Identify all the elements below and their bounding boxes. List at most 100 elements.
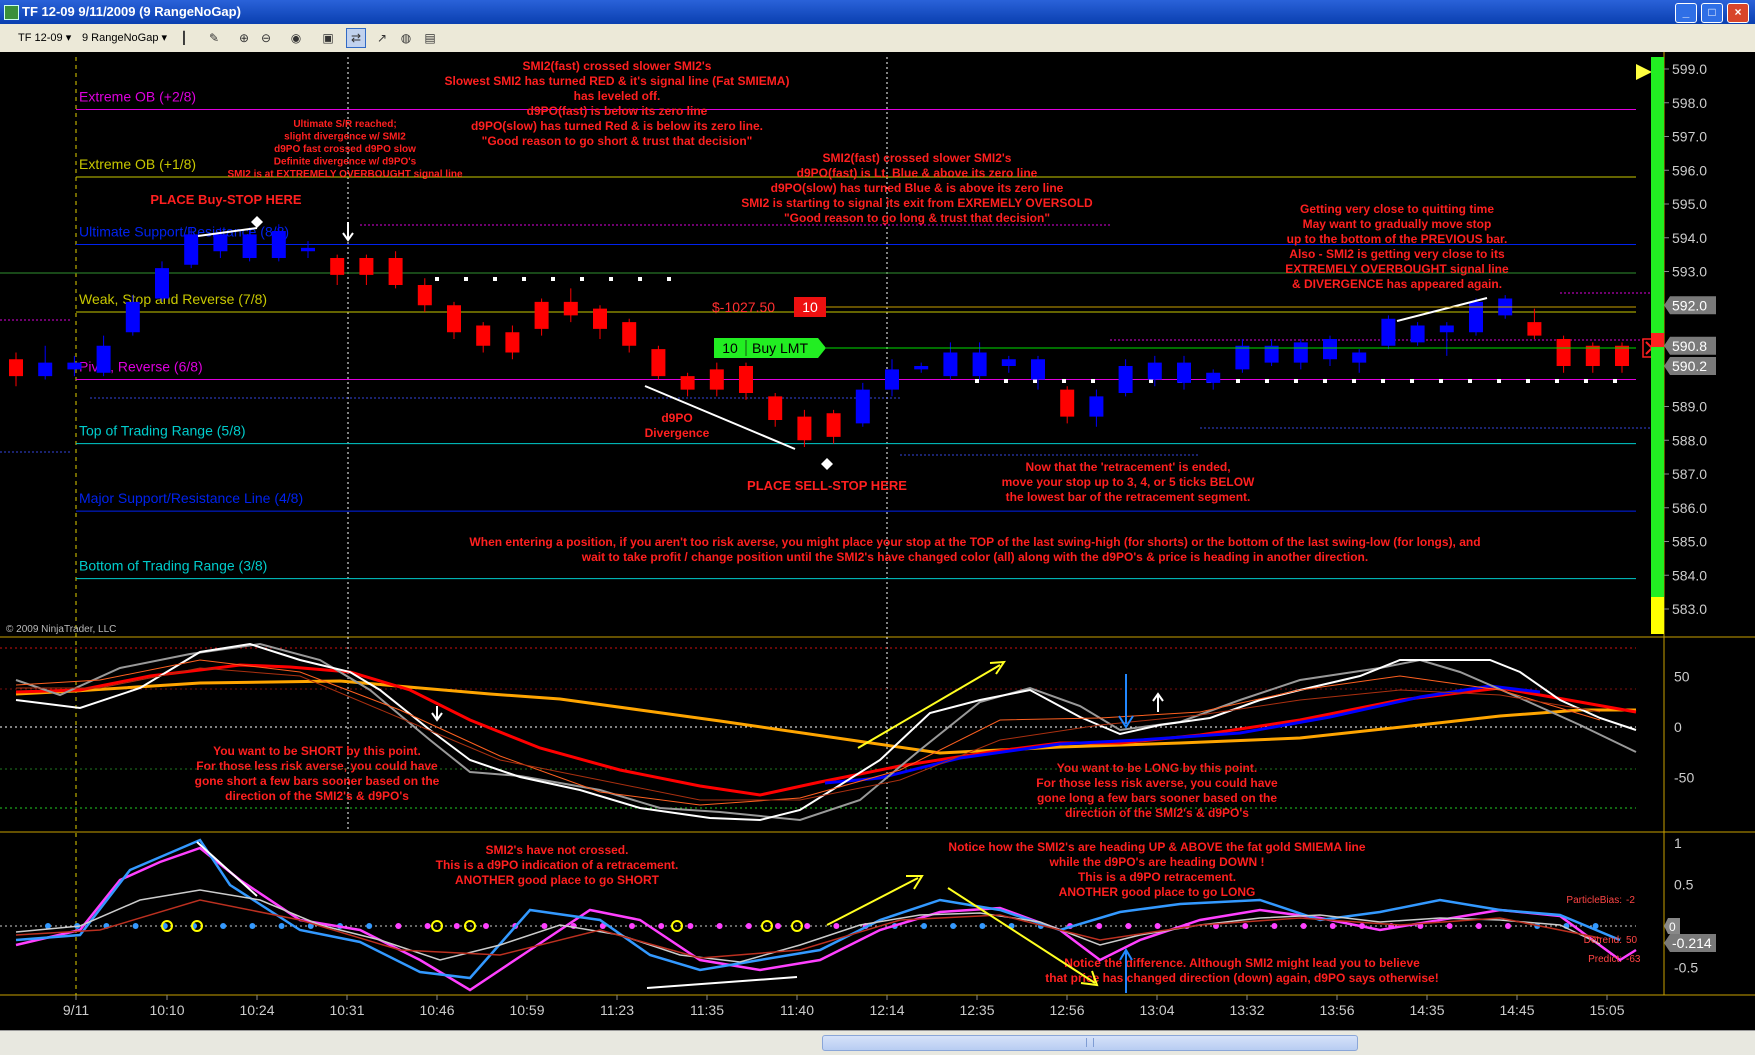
time-tick-label: 13:56 (1319, 1002, 1354, 1018)
stop-dot (1033, 379, 1037, 383)
candle-body (914, 366, 929, 370)
price-tick-label: 587.0 (1672, 466, 1707, 482)
candle-body (855, 389, 870, 424)
d9po-dot (1125, 923, 1132, 929)
stop-dot (1294, 379, 1298, 383)
draw-tool-icon[interactable]: ✎ (204, 28, 224, 48)
annotation-text: Divergence (645, 426, 710, 440)
murrey-label: Extreme OB (+1/8) (79, 156, 196, 172)
candle-body (1089, 396, 1104, 417)
d9po-dot (745, 923, 752, 929)
zoom-out-icon[interactable]: ⊖ (256, 28, 276, 48)
candle-body (826, 413, 841, 437)
annotation-text: d9PO(fast) is Lt. Blue & above its zero … (797, 166, 1038, 180)
stop-dot (1584, 379, 1588, 383)
stop-dot (1236, 379, 1240, 383)
annotation-text: & DIVERGENCE has appeared again. (1292, 277, 1502, 291)
window-titlebar: TF 12-09 9/11/2009 (9 RangeNoGap) _ □ × (0, 0, 1755, 24)
data-box-icon[interactable]: ▤ (420, 28, 440, 48)
window-title: TF 12-09 9/11/2009 (9 RangeNoGap) (22, 4, 241, 19)
candle-body (359, 258, 374, 275)
globe-icon[interactable]: ◉ (286, 28, 306, 48)
price-tick-label: 588.0 (1672, 432, 1707, 448)
d9po-dot (1446, 923, 1453, 929)
annotation-text: You want to be SHORT by this point. (213, 744, 421, 758)
annotation-text: d9PO fast crossed d9PO slow (274, 144, 416, 155)
properties-icon[interactable]: ▣ (318, 28, 338, 48)
chart-trader-icon[interactable]: ⇄ (346, 28, 366, 48)
stop-dot (1555, 379, 1559, 383)
annotation-text: This is a d9PO indication of a retraceme… (436, 858, 679, 872)
d9po-param-label: Predict: (1588, 954, 1622, 965)
murrey-label: Major Support/Resistance Line (4/8) (79, 490, 303, 506)
stop-dot (580, 277, 584, 281)
annotation-text: PLACE Buy-STOP HERE (150, 192, 302, 207)
d9po-dot (395, 923, 402, 929)
annotation-text: Notice how the SMI2's are heading UP & A… (948, 840, 1365, 854)
annotation-text: This is a d9PO retracement. (1078, 870, 1236, 884)
candle-body (184, 234, 199, 265)
time-tick-label: 11:23 (600, 1002, 634, 1018)
d9po-dot (1271, 923, 1278, 929)
maximize-button[interactable]: □ (1701, 3, 1723, 23)
time-tick-label: 13:32 (1229, 1002, 1264, 1018)
candle-body (505, 332, 520, 353)
candle-body (651, 349, 666, 377)
time-tick-label: 14:35 (1409, 1002, 1444, 1018)
annotation-text: SMI2's have not crossed. (486, 843, 629, 857)
candle-body (1031, 359, 1045, 380)
price-tag-label: 590.8 (1672, 338, 1707, 354)
minimize-button[interactable]: _ (1675, 3, 1697, 23)
candle-body (534, 301, 549, 329)
annotation-text: For those less risk averse, you could ha… (1036, 776, 1278, 790)
d9po-dot (1329, 923, 1336, 929)
stop-dot (1526, 379, 1530, 383)
close-button[interactable]: × (1727, 3, 1749, 23)
bar-type-icon[interactable]: ┃ (174, 28, 194, 48)
d9po-dot (1154, 923, 1161, 929)
candle-body (768, 396, 783, 420)
murrey-label: Weak, Stop and Reverse (7/8) (79, 291, 267, 307)
price-tick-label: 593.0 (1672, 264, 1707, 280)
d9po-dot (1242, 923, 1249, 929)
indicators-icon[interactable]: ↗ (372, 28, 392, 48)
time-tick-label: 14:45 (1499, 1002, 1534, 1018)
stop-dot (1062, 379, 1066, 383)
d9po-tick-label: 0.5 (1674, 877, 1694, 893)
zoom-in-icon[interactable]: ⊕ (234, 28, 254, 48)
strategies-icon[interactable]: ◍ (396, 28, 416, 48)
annotation-text: Ultimate S/R reached; (293, 119, 396, 130)
period-label: 9 RangeNoGap (82, 32, 159, 44)
candle-body (38, 362, 53, 377)
d9po-dot (249, 923, 256, 929)
time-tick-label: 10:31 (329, 1002, 364, 1018)
stop-dot (464, 277, 468, 281)
horizontal-scrollbar[interactable] (0, 1030, 1755, 1055)
price-tick-label: 596.0 (1672, 162, 1707, 178)
stop-dot (667, 277, 671, 281)
d9po-zero-tag-label: 0 (1669, 920, 1676, 934)
meter-bar-red (1651, 333, 1664, 347)
d9po-dot (921, 923, 927, 929)
annotation-text: the lowest bar of the retracement segmen… (1006, 490, 1251, 504)
d9po-dot (541, 923, 548, 929)
stop-dot (1091, 379, 1095, 383)
candle-body (563, 301, 578, 316)
candle-body (271, 231, 286, 258)
stop-dot (1439, 379, 1443, 383)
d9po-dot (483, 923, 489, 929)
chart-canvas[interactable]: Extreme OB (+2/8) Extreme OB (+1/8) Ultima… (0, 52, 1755, 1046)
period-selector[interactable]: 9 RangeNoGap ▾ (82, 30, 167, 46)
instrument-selector[interactable]: TF 12-09 ▾ (18, 30, 71, 46)
candle-body (739, 366, 753, 393)
candle-body (1527, 322, 1542, 336)
annotation-text: May want to gradually move stop (1303, 217, 1492, 231)
annotation-text: "Good reason to go long & trust that dec… (784, 211, 1050, 225)
d9po-dot (804, 923, 811, 929)
time-tick-label: 11:35 (690, 1002, 724, 1018)
candle-body (709, 369, 724, 390)
copyright-text: © 2009 NinjaTrader, LLC (6, 624, 116, 635)
d9po-dot (629, 923, 635, 929)
candle-body (1177, 362, 1191, 383)
d9po-dot (979, 923, 986, 929)
